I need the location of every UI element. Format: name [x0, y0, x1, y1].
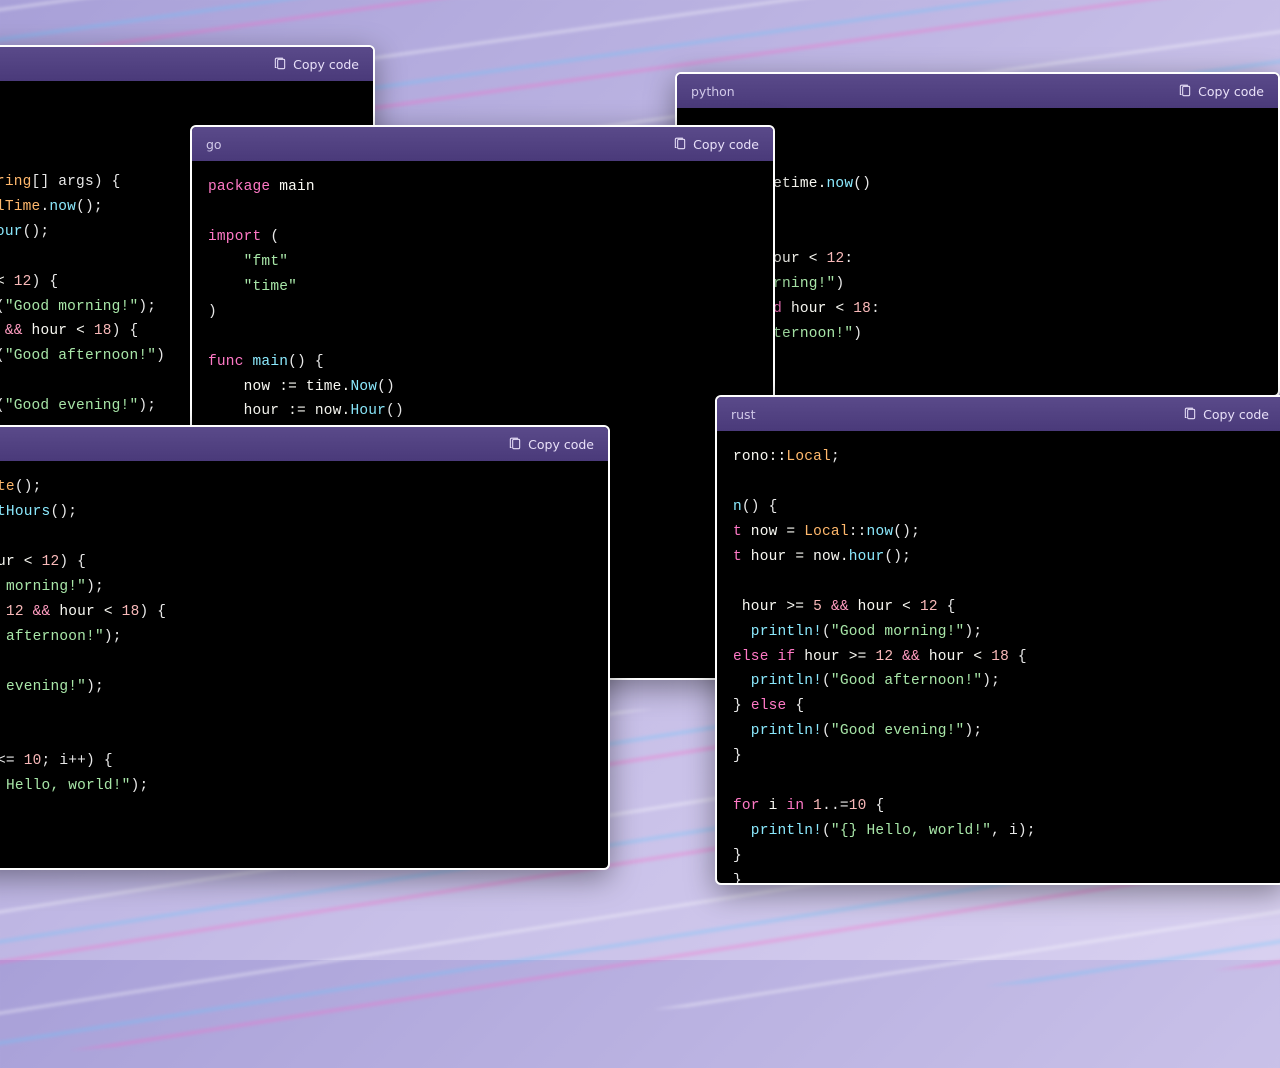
copy-code-button[interactable]: Copy code: [273, 57, 359, 72]
code-window-rust: rust Copy code rono::Local; n() { t now …: [715, 395, 1280, 885]
titlebar: javascript Copy code: [0, 427, 608, 461]
titlebar: java Copy code: [0, 47, 373, 81]
clipboard-icon: [673, 137, 687, 151]
language-label: rust: [731, 407, 755, 422]
clipboard-icon: [1178, 84, 1192, 98]
copy-label: Copy code: [1203, 407, 1269, 422]
clipboard-icon: [273, 57, 287, 71]
clipboard-icon: [508, 437, 522, 451]
copy-code-button[interactable]: Copy code: [508, 437, 594, 452]
copy-label: Copy code: [693, 137, 759, 152]
copy-label: Copy code: [1198, 84, 1264, 99]
language-label: go: [206, 137, 222, 152]
code-body[interactable]: w = new Date(); r = now.getHours(); >= 5…: [0, 461, 608, 813]
code-body[interactable]: rono::Local; n() { t now = Local::now();…: [717, 431, 1280, 885]
code-window-javascript: javascript Copy code w = new Date(); r =…: [0, 425, 610, 870]
titlebar: python Copy code: [677, 74, 1278, 108]
copy-code-button[interactable]: Copy code: [673, 137, 759, 152]
copy-code-button[interactable]: Copy code: [1183, 407, 1269, 422]
copy-label: Copy code: [528, 437, 594, 452]
language-label: python: [691, 84, 735, 99]
copy-code-button[interactable]: Copy code: [1178, 84, 1264, 99]
titlebar: rust Copy code: [717, 397, 1280, 431]
titlebar: go Copy code: [192, 127, 773, 161]
clipboard-icon: [1183, 407, 1197, 421]
copy-label: Copy code: [293, 57, 359, 72]
